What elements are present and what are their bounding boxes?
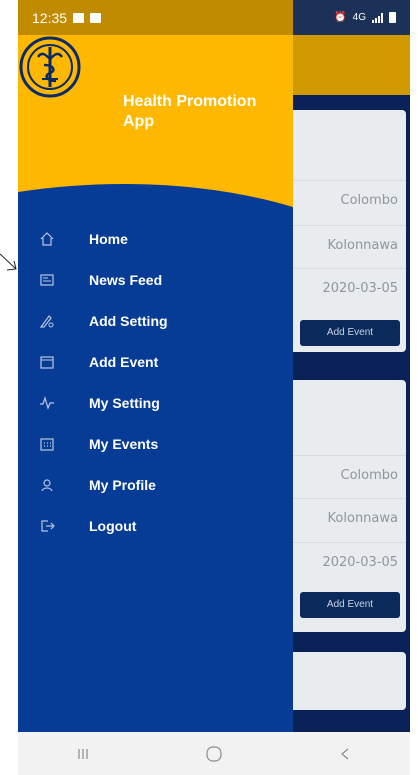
add-event-button[interactable]: Add Event: [300, 320, 400, 346]
events-icon: [39, 436, 55, 452]
pulse-icon: [39, 395, 55, 411]
event-area: Kolonnawa: [288, 225, 406, 265]
menu-item-label: My Events: [89, 435, 159, 452]
menu-item-my-setting[interactable]: My Setting: [18, 382, 293, 423]
background-event-card: Colombo Kolonnawa 2020-03-05 Add Event: [288, 110, 406, 352]
drawer-menu: Home News Feed Add Setting Add Event My …: [18, 218, 293, 546]
background-event-card: Colombo Kolonnawa 2020-03-05 Add Event: [288, 380, 406, 632]
alarm-icon: ⏰: [334, 12, 347, 23]
menu-item-label: News Feed: [89, 271, 163, 288]
battery-icon: [389, 12, 396, 23]
status-bar: 12:35 ⏰ 4G: [18, 0, 410, 35]
status-time: 12:35: [32, 9, 68, 26]
back-button[interactable]: [315, 732, 375, 775]
event-area: Kolonnawa: [288, 498, 406, 538]
logout-icon: [39, 518, 55, 534]
menu-item-my-events[interactable]: My Events: [18, 423, 293, 464]
gallery-notification-icon: [73, 12, 85, 23]
menu-item-label: Logout: [89, 517, 137, 534]
user-icon: [39, 477, 55, 493]
menu-item-label: My Setting: [89, 394, 160, 411]
menu-item-label: Home: [89, 230, 128, 247]
phone-screen: Colombo Kolonnawa 2020-03-05 Add Event C…: [18, 0, 410, 775]
network-type: 4G: [352, 12, 366, 23]
navigation-drawer: Health Promotion App Home News Feed Add …: [18, 35, 293, 732]
event-city: Colombo: [288, 180, 406, 220]
event-date: 2020-03-05: [288, 268, 406, 308]
menu-item-label: My Profile: [89, 476, 156, 493]
event-date: 2020-03-05: [288, 542, 406, 582]
event-city: Colombo: [288, 455, 406, 495]
menu-item-news-feed[interactable]: News Feed: [18, 259, 293, 300]
menu-item-add-event[interactable]: Add Event: [18, 341, 293, 382]
background-event-card: [288, 652, 406, 710]
signal-icon: [372, 12, 383, 23]
calendar-icon: [39, 354, 55, 370]
home-icon: [39, 231, 55, 247]
menu-item-label: Add Setting: [89, 312, 168, 329]
check-notification-icon: [90, 12, 102, 23]
home-nav-button[interactable]: [184, 732, 244, 775]
recent-apps-icon: [78, 748, 88, 759]
add-setting-icon: [39, 313, 55, 329]
back-chevron-icon: [340, 748, 349, 759]
status-bar-right: ⏰ 4G: [334, 0, 396, 35]
annotation-arrow-icon: [0, 253, 17, 271]
menu-item-add-setting[interactable]: Add Setting: [18, 300, 293, 341]
drawer-header: Health Promotion App: [18, 35, 293, 215]
health-logo-icon: [19, 36, 81, 98]
status-bar-left: 12:35: [18, 0, 293, 35]
recent-apps-button[interactable]: [53, 732, 113, 775]
system-nav-bar: [18, 732, 410, 775]
add-event-button[interactable]: Add Event: [300, 592, 400, 618]
app-title: Health Promotion App: [123, 93, 257, 130]
home-circle-icon: [206, 745, 222, 762]
menu-item-my-profile[interactable]: My Profile: [18, 464, 293, 505]
news-icon: [39, 272, 55, 288]
menu-item-logout[interactable]: Logout: [18, 505, 293, 546]
menu-item-home[interactable]: Home: [18, 218, 293, 259]
menu-item-label: Add Event: [89, 353, 159, 370]
